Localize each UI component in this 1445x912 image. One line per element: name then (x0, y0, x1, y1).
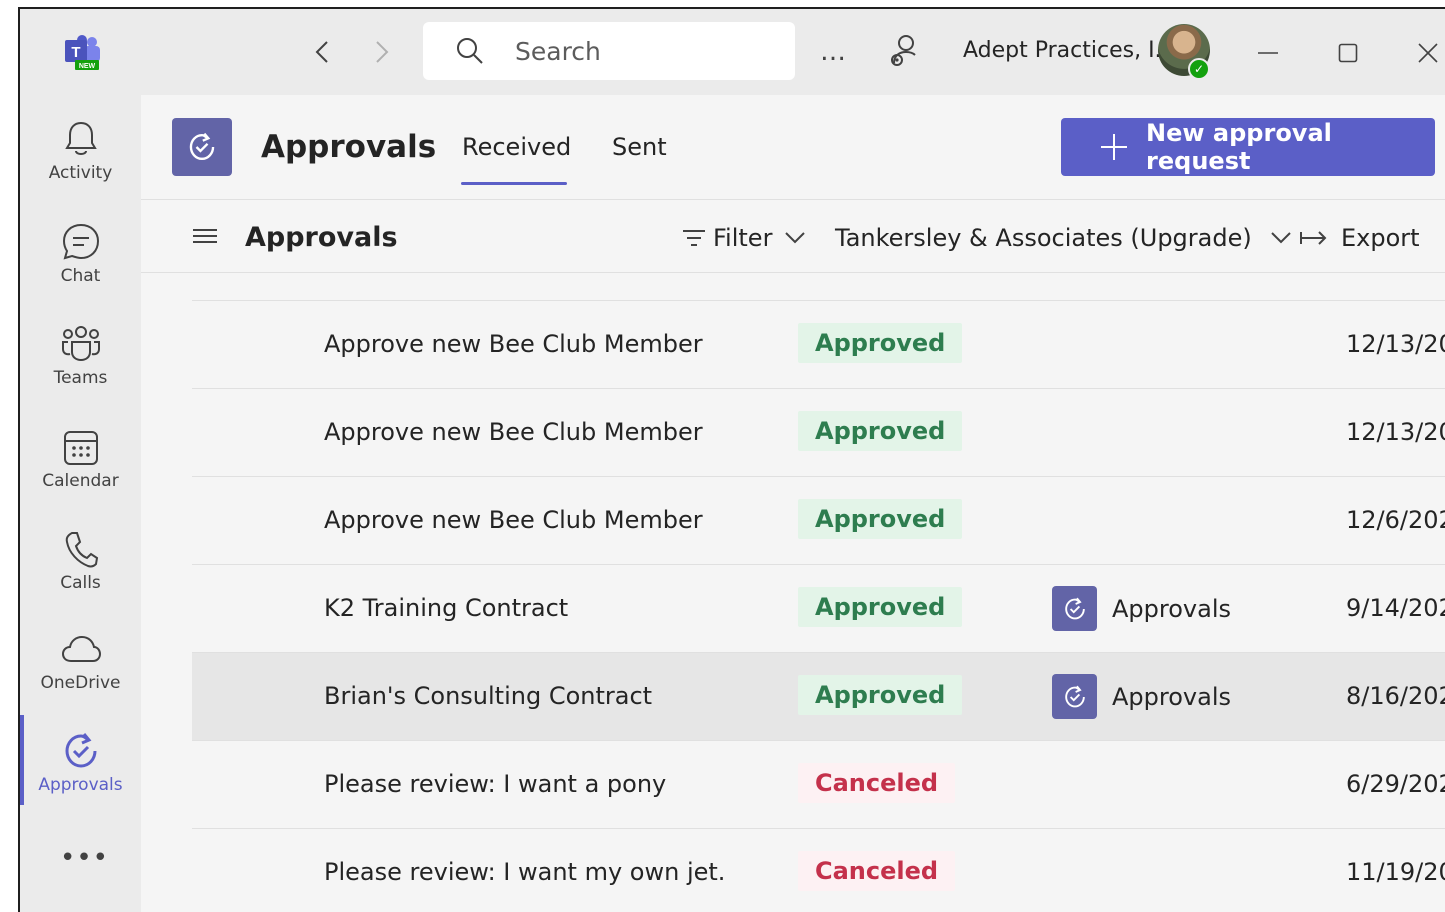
maximize-icon[interactable] (1330, 35, 1366, 71)
table-row[interactable]: Approve new Bee Club Member Approved 12/… (192, 389, 1445, 477)
row-date: 6/29/202 (1346, 770, 1445, 798)
more-options-icon[interactable]: … (820, 37, 847, 67)
table-row[interactable]: Brian's Consulting Contract Approved App… (192, 653, 1445, 741)
row-source-label: Approvals (1112, 594, 1231, 623)
teams-window: T NEW Search … Adept Practices, I... ✓ A… (18, 7, 1445, 912)
row-title: Brian's Consulting Contract (324, 682, 653, 710)
approvals-icon (64, 733, 96, 768)
presence-available-icon: ✓ (1188, 58, 1210, 80)
table-row[interactable]: Approve new Bee Club Member Approved 12/… (192, 301, 1445, 389)
org-selector[interactable]: Tankersley & Associates (Upgrade) (835, 224, 1292, 252)
approvals-app-icon (1052, 674, 1097, 719)
export-button[interactable]: Export (1299, 224, 1420, 252)
teams-logo-icon: T NEW (62, 34, 102, 70)
approvals-app-icon (172, 118, 232, 176)
search-icon (453, 34, 487, 68)
rail-item-activity[interactable]: Activity (20, 109, 141, 205)
rail-item-teams[interactable]: Teams (20, 314, 141, 410)
row-title: K2 Training Contract (324, 594, 569, 622)
status-badge: Approved (798, 675, 963, 715)
svg-text:NEW: NEW (79, 63, 96, 70)
row-date: 11/19/20 (1346, 858, 1445, 886)
rail-item-approvals[interactable]: Approvals (20, 721, 141, 817)
status-badge: Canceled (798, 851, 956, 891)
rail-item-onedrive[interactable]: OneDrive (20, 619, 141, 715)
row-date: 9/14/202 (1346, 594, 1445, 622)
status-badge: Approved (798, 323, 963, 363)
filter-dropdown[interactable]: Filter (681, 224, 806, 252)
status-badge: Approved (798, 499, 963, 539)
rail-item-calls[interactable]: Calls (20, 519, 141, 615)
row-date: 8/16/202 (1346, 682, 1445, 710)
list-toolbar: Approvals Filter Tankersley & Associates… (141, 200, 1445, 273)
back-arrow-icon[interactable] (310, 39, 334, 65)
approvals-list: Approve new Bee Club Member Approved 12/… (141, 274, 1445, 912)
rail-item-chat[interactable]: Chat (20, 212, 141, 308)
export-label: Export (1341, 224, 1420, 252)
rail-label-activity: Activity (48, 163, 113, 183)
plus-icon (1099, 132, 1128, 162)
new-approval-request-label: New approval request (1146, 119, 1332, 175)
org-name[interactable]: Adept Practices, I... (963, 38, 1176, 63)
rail-label-chat: Chat (60, 266, 101, 286)
status-badge: Canceled (798, 763, 956, 803)
row-source-label: Approvals (1112, 682, 1231, 711)
more-apps-icon[interactable]: ••• (60, 843, 109, 873)
status-badge: Approved (798, 587, 963, 627)
tab-received[interactable]: Received (462, 133, 571, 161)
table-row[interactable]: Please review: I want my own jet. Cancel… (192, 829, 1445, 912)
bell-icon (64, 121, 97, 155)
filter-icon (683, 230, 705, 246)
hamburger-menu-icon[interactable] (191, 224, 219, 248)
row-title: Approve new Bee Club Member (324, 330, 703, 358)
row-title: Approve new Bee Club Member (324, 506, 703, 534)
calendar-icon (63, 431, 98, 465)
minimize-icon[interactable] (1250, 35, 1286, 71)
title-bar: T NEW Search … Adept Practices, I... ✓ (20, 9, 1445, 95)
rail-label-calls: Calls (60, 573, 101, 593)
tab-selected-indicator (461, 182, 567, 185)
phone-icon (65, 532, 98, 568)
chat-icon (62, 223, 99, 260)
row-date: 12/13/20 (1346, 330, 1445, 358)
row-title: Approve new Bee Club Member (324, 418, 703, 446)
people-settings-icon[interactable] (888, 33, 924, 69)
rail-label-approvals: Approvals (38, 775, 123, 795)
row-source: Approvals (1052, 586, 1231, 631)
table-row[interactable]: Approve new Bee Club Member Approved 12/… (192, 477, 1445, 565)
svg-text:T: T (71, 44, 80, 61)
export-arrow-icon (1300, 231, 1327, 245)
rail-item-calendar[interactable]: Calendar (20, 417, 141, 513)
row-date: 12/6/202 (1346, 506, 1445, 534)
page-title: Approvals (261, 129, 437, 165)
row-source: Approvals (1052, 674, 1231, 719)
table-row[interactable]: K2 Training Contract Approved Approvals … (192, 565, 1445, 653)
row-date: 12/13/20 (1346, 418, 1445, 446)
chevron-down-icon (1271, 232, 1291, 244)
cloud-icon (61, 635, 101, 662)
tab-sent[interactable]: Sent (612, 133, 667, 161)
rail-label-teams: Teams (53, 368, 108, 388)
new-approval-request-button[interactable]: New approval request (1061, 118, 1435, 176)
approvals-app-icon (1052, 586, 1097, 631)
app-header: Approvals Received Sent New approval req… (141, 95, 1445, 200)
search-placeholder: Search (515, 36, 601, 66)
rail-label-calendar: Calendar (42, 471, 119, 491)
filter-label: Filter (713, 224, 773, 252)
forward-arrow-icon[interactable] (370, 39, 394, 65)
close-icon[interactable] (1410, 35, 1445, 71)
rail-label-onedrive: OneDrive (40, 673, 121, 693)
teams-icon (61, 326, 100, 362)
row-title: Please review: I want my own jet. (324, 858, 726, 886)
org-selector-label: Tankersley & Associates (Upgrade) (835, 224, 1252, 252)
table-row[interactable]: Please review: I want a pony Canceled 6/… (192, 741, 1445, 829)
status-badge: Approved (798, 411, 963, 451)
chevron-down-icon (785, 232, 806, 244)
row-title: Please review: I want a pony (324, 770, 667, 798)
search-input[interactable]: Search (423, 22, 795, 80)
list-title: Approvals (245, 222, 398, 253)
app-rail: Activity Chat Teams Calendar Calls OneDr… (20, 95, 141, 912)
